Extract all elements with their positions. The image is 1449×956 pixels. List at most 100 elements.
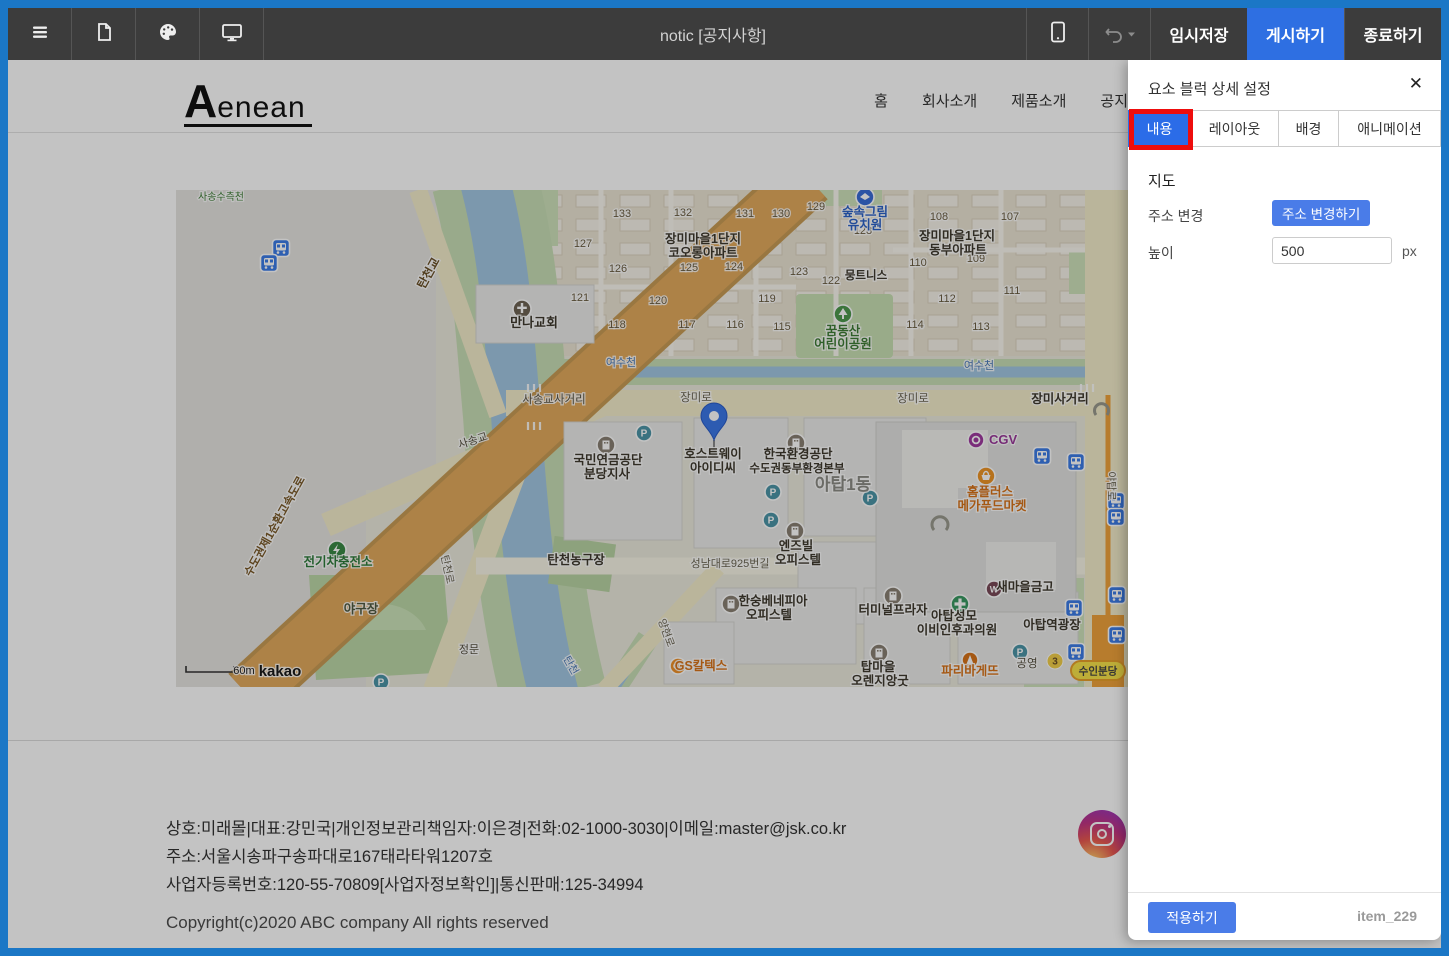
svg-text:P: P [378, 678, 385, 688]
bus-map-icon [261, 255, 278, 272]
page-icon [94, 22, 114, 47]
page-button[interactable] [72, 8, 136, 60]
map-label: GS칼텍스 [675, 658, 728, 673]
map-label: 108 [930, 211, 948, 223]
nav-item-products[interactable]: 제품소개 [1011, 90, 1066, 111]
panel-tabs: 내용 레이아웃 배경 애니메이션 [1128, 110, 1441, 147]
map-label: 이비인후과의원 [917, 622, 998, 637]
map-label: 꿈동산 [826, 323, 861, 338]
map-label: CGV [989, 432, 1018, 447]
desktop-view-button[interactable] [200, 8, 264, 60]
map-label: 장미로 [897, 392, 929, 405]
map-label: 탑마을 [861, 659, 896, 674]
map-label: 114 [906, 319, 924, 331]
exit-button[interactable]: 종료하기 [1344, 8, 1441, 60]
nav-item-home[interactable]: 홈 [874, 90, 888, 111]
map-label: 오피스텔 [775, 552, 821, 567]
instagram-icon[interactable] [1078, 810, 1126, 858]
map-label: 여수천 [964, 358, 994, 372]
close-icon[interactable]: ✕ [1409, 74, 1423, 94]
map-label: 한국환경공단 [763, 446, 833, 461]
window-frame: notic [공지사항] 임시저장 게시하기 종료하기 Aenean 홈 [0, 0, 1449, 956]
map-label: 오렌지앙굿 [851, 673, 909, 687]
map-label: 오피스텔 [746, 607, 792, 622]
bus-map-icon [1068, 644, 1085, 661]
map-label: 120 [649, 295, 667, 307]
parking-map-icon: P [763, 512, 779, 528]
map-label: 메가푸드마켓 [957, 498, 1027, 513]
svg-text:3: 3 [1052, 657, 1058, 668]
map-label: 홈플러스 [967, 484, 1014, 499]
map-label: 111 [1004, 285, 1021, 297]
tree-map-icon [834, 305, 852, 323]
tab-content[interactable]: 내용 [1128, 110, 1191, 147]
basket-map-icon [977, 467, 995, 485]
map-label: 장미마을1단지 [665, 231, 741, 246]
cgv-map-icon [968, 432, 984, 448]
map-label: 어린이공원 [814, 336, 872, 351]
map-label: 야구장 [344, 601, 379, 616]
parking-map-icon: P [765, 484, 781, 500]
mobile-icon [1050, 21, 1066, 48]
parking-map-icon: P [373, 674, 389, 687]
address-change-label: 주소 변경 [1148, 206, 1203, 226]
top-toolbar: notic [공지사항] 임시저장 게시하기 종료하기 [8, 8, 1441, 60]
item-id-label: item_229 [1357, 908, 1417, 924]
tab-animation[interactable]: 애니메이션 [1339, 110, 1441, 147]
toolbar-right: 임시저장 게시하기 종료하기 [1026, 8, 1441, 60]
map-label: 야탑로 [1105, 472, 1118, 501]
map-label: 122 [822, 275, 840, 287]
map-label: 117 [678, 319, 696, 331]
map-label: 110 [909, 257, 927, 269]
svg-text:P: P [867, 494, 874, 505]
menu-button[interactable] [8, 8, 72, 60]
address-change-button[interactable]: 주소 변경하기 [1272, 200, 1370, 226]
map-label: 동부아파트 [929, 242, 987, 257]
site-nav: 홈 회사소개 제품소개 공지 [874, 90, 1128, 111]
theme-button[interactable] [136, 8, 200, 60]
element-settings-panel: 요소 블럭 상세 설정 ✕ 내용 레이아웃 배경 애니메이션 지도 주소 변경 … [1128, 60, 1441, 940]
map-block[interactable]: PPPPPPW3GS수인분당13313213113012912810810712… [176, 190, 1276, 687]
building-map-icon [786, 522, 804, 540]
map-label: 116 [726, 319, 744, 331]
temp-save-button[interactable]: 임시저장 [1150, 8, 1247, 60]
three-map-icon: 3 [1047, 653, 1063, 669]
bus-map-icon [1109, 587, 1126, 604]
map-label: 터미널프라자 [858, 602, 928, 617]
svg-text:수인분당: 수인분당 [1079, 665, 1118, 678]
nav-item-about[interactable]: 회사소개 [922, 90, 977, 111]
map-label: 아탑성모 [931, 608, 978, 623]
map-label: 129 [807, 201, 825, 213]
map-label: 장미로 [680, 391, 712, 404]
height-label: 높이 [1148, 243, 1174, 263]
map-label: 전기차충전소 [303, 554, 373, 569]
map-label: 113 [972, 321, 990, 333]
undo-button[interactable] [1088, 8, 1150, 60]
mobile-view-button[interactable] [1026, 8, 1088, 60]
map-label: 엔즈빌 [779, 538, 814, 553]
apply-button[interactable]: 적용하기 [1148, 902, 1236, 933]
panel-header: 요소 블럭 상세 설정 ✕ [1128, 60, 1441, 110]
map-label: 탄천농구장 [547, 552, 605, 567]
building-map-icon [722, 595, 740, 613]
tab-layout[interactable]: 레이아웃 [1191, 110, 1279, 147]
map-label: 파리바게뜨 [941, 663, 999, 678]
map-label: 123 [790, 266, 808, 278]
map-label: 장미사거리 [1031, 391, 1089, 406]
height-input[interactable] [1272, 237, 1392, 264]
panel-title: 요소 블럭 상세 설정 [1148, 78, 1271, 99]
publish-button[interactable]: 게시하기 [1247, 8, 1344, 60]
map-label: 124 [725, 261, 743, 273]
map-label: 126 [609, 263, 627, 275]
section-title-map: 지도 [1148, 170, 1176, 191]
map-label: 사송교사거리 [522, 393, 585, 406]
map-label: 호스트웨이 [684, 446, 742, 461]
tab-background[interactable]: 배경 [1279, 110, 1339, 147]
map-label: 118 [608, 319, 626, 331]
menu-icon [30, 22, 50, 47]
site-logo[interactable]: Aenean [184, 78, 312, 127]
footer-info-text: 상호:미래몰|대표:강민국|개인정보관리책임자:이은경|전화:02-1000-3… [166, 815, 846, 899]
nav-item-notice[interactable]: 공지 [1100, 90, 1128, 111]
map-label: 국민연금공단 [573, 452, 643, 467]
map-label: 뭉트니스 [845, 268, 888, 282]
